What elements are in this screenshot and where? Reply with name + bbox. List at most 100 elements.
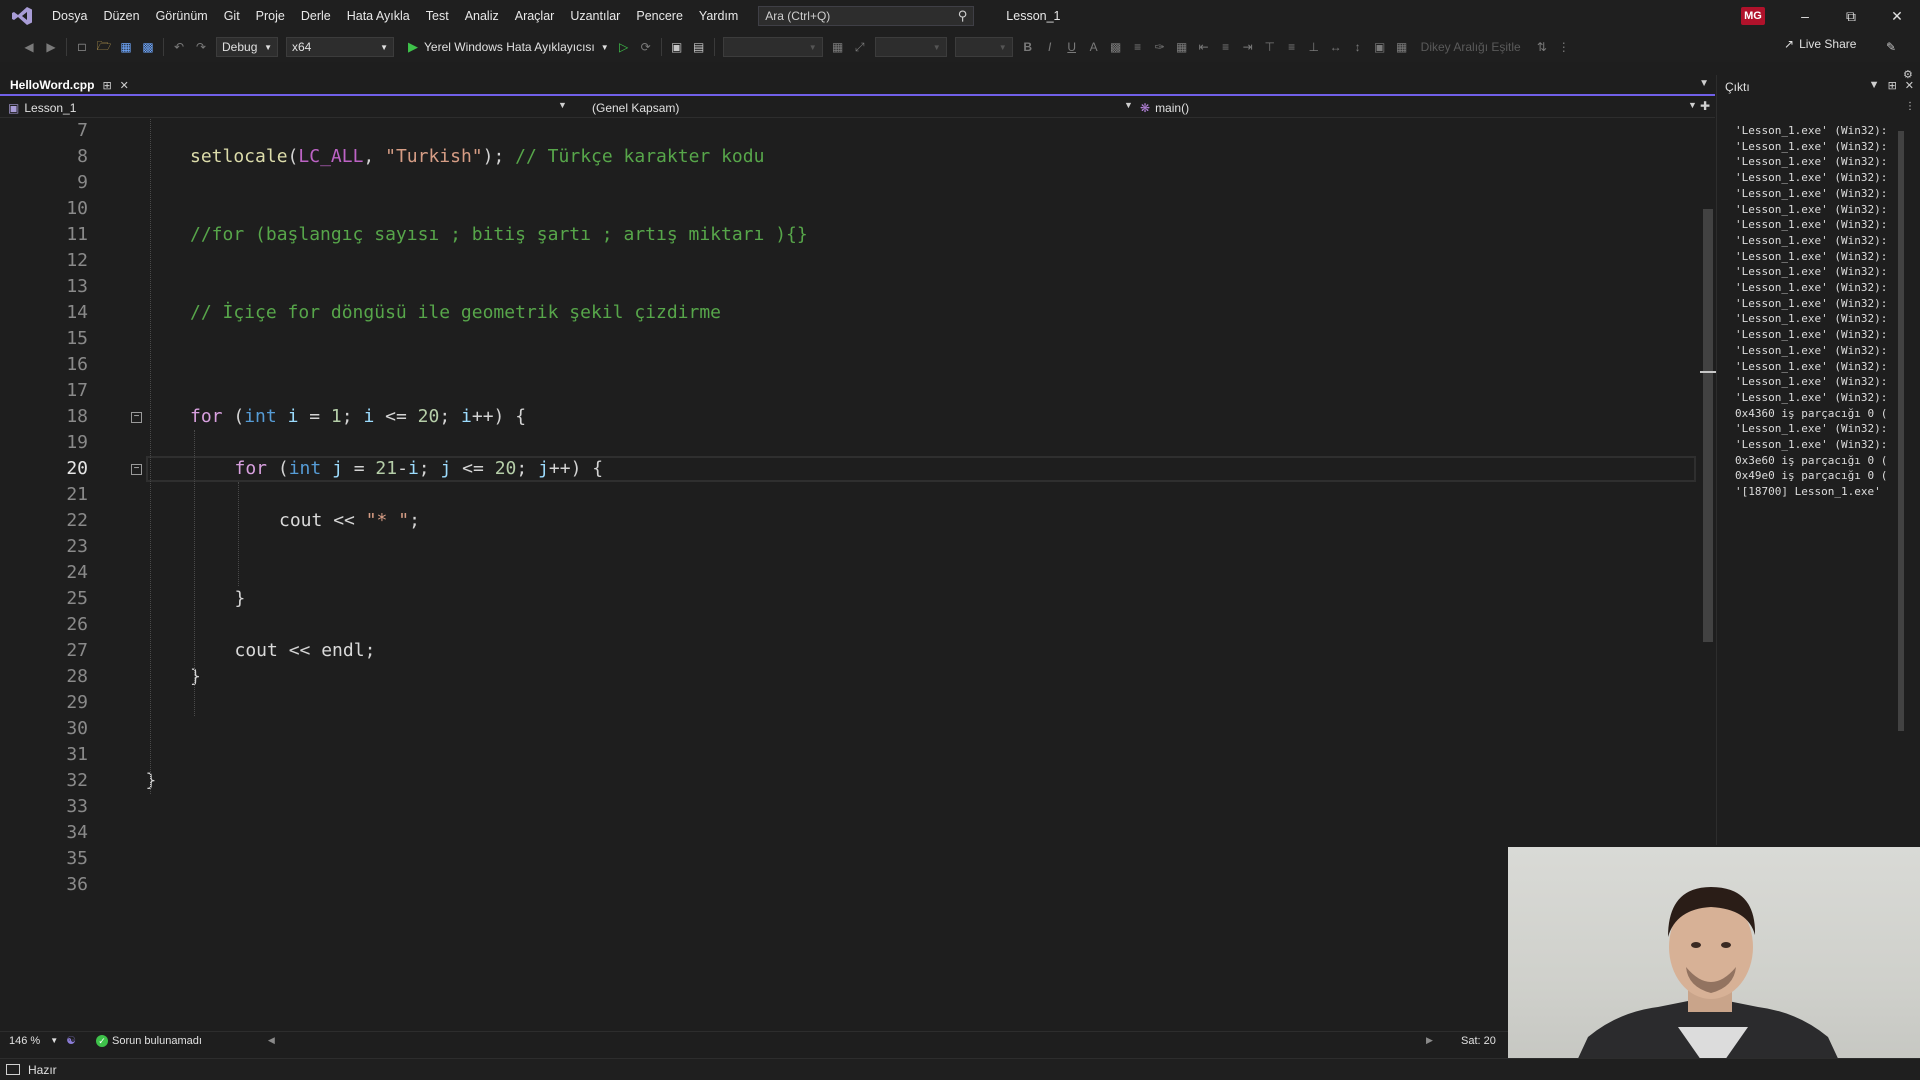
code-line[interactable]: 21	[0, 482, 1700, 508]
code-line[interactable]: 15	[0, 326, 1700, 352]
menu-item-6[interactable]: Hata Ayıkla	[339, 0, 418, 32]
restore-icon[interactable]: ⧉	[1828, 0, 1874, 32]
code-line[interactable]: 26	[0, 612, 1700, 638]
scrollbar-thumb[interactable]	[1703, 209, 1713, 642]
code-editor[interactable]: 7 8 setlocale(LC_ALL, "Turkish"); // Türkç…	[0, 119, 1700, 1031]
code-line[interactable]: 31	[0, 742, 1700, 768]
scope-dropdown[interactable]: (Genel Kapsam)	[592, 98, 1132, 118]
code-line[interactable]: 14 // İçiçe for döngüsü ile geometrik şek…	[0, 300, 1700, 326]
toolbar-overflow-icon[interactable]: ⋮	[1553, 36, 1575, 58]
code-line[interactable]: 17	[0, 378, 1700, 404]
menu-item-2[interactable]: Görünüm	[148, 0, 216, 32]
menu-item-11[interactable]: Pencere	[628, 0, 691, 32]
brush-icon[interactable]: ✑	[1149, 36, 1171, 58]
same-size-icon[interactable]: ▣	[1369, 36, 1391, 58]
menu-item-12[interactable]: Yardım	[691, 0, 746, 32]
split-window-icon[interactable]: ✚	[1700, 99, 1710, 113]
scrollbar-thumb[interactable]	[1898, 131, 1904, 731]
code-line[interactable]: 36	[0, 872, 1700, 898]
code-line[interactable]: 11 //for (başlangıç sayısı ; bitiş şartı …	[0, 222, 1700, 248]
code-line[interactable]: 34	[0, 820, 1700, 846]
forward-icon[interactable]: ▶	[40, 36, 62, 58]
equalize-vertical-spacing[interactable]: Dikey Aralığı Eşitle	[1421, 40, 1521, 54]
open-folder-icon[interactable]: 🗁	[93, 36, 115, 58]
snap-grid-icon[interactable]: ▦	[1391, 36, 1413, 58]
configuration-select[interactable]: Debug ▼	[216, 37, 278, 57]
minimize-icon[interactable]: –	[1782, 0, 1828, 32]
refresh-icon[interactable]: ⟳	[635, 36, 657, 58]
align-left-icon[interactable]: ⇤	[1193, 36, 1215, 58]
align-top-icon[interactable]: ⊤	[1259, 36, 1281, 58]
layout-icon[interactable]: ▤	[688, 36, 710, 58]
redo-icon[interactable]: ↷	[190, 36, 212, 58]
pin-icon[interactable]: ⊞	[102, 79, 111, 92]
line-indicator[interactable]: Sat: 20	[1461, 1035, 1496, 1047]
zoom-level[interactable]: 146 %	[9, 1035, 40, 1047]
intellicode-icon[interactable]: ☯	[66, 1034, 76, 1047]
grid-icon[interactable]: ▦	[1171, 36, 1193, 58]
scroll-left-icon[interactable]: ◀	[268, 1035, 275, 1046]
code-line[interactable]: 19	[0, 430, 1700, 456]
pin-icon[interactable]: ⊞	[1888, 79, 1897, 92]
code-line[interactable]: 30	[0, 716, 1700, 742]
live-share-button[interactable]: ↗ Live Share	[1784, 37, 1856, 51]
code-line[interactable]: 8 setlocale(LC_ALL, "Turkish"); // Türkçe…	[0, 144, 1700, 170]
menu-item-7[interactable]: Test	[418, 0, 457, 32]
align-center-icon[interactable]: ≡	[1215, 36, 1237, 58]
code-line[interactable]: 13	[0, 274, 1700, 300]
start-debugging-button[interactable]: ▶ Yerel Windows Hata Ayıklayıcısı ▼	[404, 39, 613, 55]
code-line[interactable]: 22 cout << "* ";	[0, 508, 1700, 534]
code-line[interactable]: 18 for (int i = 1; i <= 20; i++) {−	[0, 404, 1700, 430]
feedback-icon[interactable]: ✎	[1880, 36, 1902, 58]
code-line[interactable]: 10	[0, 196, 1700, 222]
code-line[interactable]: 23	[0, 534, 1700, 560]
same-width-icon[interactable]: ↔	[1325, 36, 1347, 58]
code-line[interactable]: 33	[0, 794, 1700, 820]
highlight-icon[interactable]: ▩	[1105, 36, 1127, 58]
find-select[interactable]: ▼	[722, 37, 823, 57]
code-line[interactable]: 7	[0, 119, 1700, 144]
underline-icon[interactable]: U	[1061, 36, 1083, 58]
code-line[interactable]: 20 for (int j = 21-i; j <= 20; j++) {−	[0, 455, 1700, 482]
align-middle-icon[interactable]: ≡	[1281, 36, 1303, 58]
menu-item-5[interactable]: Derle	[293, 0, 339, 32]
font-color-icon[interactable]: A	[1083, 36, 1105, 58]
visual-studio-logo-icon[interactable]	[0, 0, 44, 32]
save-icon[interactable]: ▦	[115, 36, 137, 58]
code-line[interactable]: 28}	[0, 664, 1700, 690]
code-line[interactable]: 29	[0, 690, 1700, 716]
code-line[interactable]: 27 cout << endl;	[0, 638, 1700, 664]
code-line[interactable]: 16	[0, 352, 1700, 378]
platform-select[interactable]: x64 ▼	[286, 37, 394, 57]
spacing-icon[interactable]: ⇅	[1531, 36, 1553, 58]
save-all-icon[interactable]: ▩	[137, 36, 159, 58]
font-size-select[interactable]: ▼	[954, 37, 1013, 57]
project-dropdown[interactable]: ▣ Lesson_1	[8, 98, 564, 118]
start-without-debugging-icon[interactable]: ▷	[613, 36, 635, 58]
expand-icon[interactable]: ⤢	[849, 36, 871, 58]
back-icon[interactable]: ◀	[18, 36, 40, 58]
search-box[interactable]: Ara (Ctrl+Q) ⚲	[758, 6, 975, 26]
output-scrollbar[interactable]	[1896, 123, 1906, 743]
menu-item-10[interactable]: Uzantılar	[562, 0, 628, 32]
menu-item-3[interactable]: Git	[216, 0, 248, 32]
font-name-select[interactable]: ▼	[874, 37, 947, 57]
chevron-down-icon[interactable]: ▼	[50, 1036, 58, 1045]
user-avatar[interactable]: MG	[1741, 7, 1765, 25]
bold-icon[interactable]: B	[1017, 36, 1039, 58]
close-window-icon[interactable]: ✕	[1874, 0, 1920, 32]
new-project-icon[interactable]: □	[71, 36, 93, 58]
close-tab-icon[interactable]: ✕	[120, 79, 129, 92]
format-icon[interactable]: ▦	[827, 36, 849, 58]
align-right-icon[interactable]: ⇥	[1237, 36, 1259, 58]
tab-overflow-icon[interactable]: ▼	[1699, 78, 1709, 89]
menu-item-4[interactable]: Proje	[248, 0, 293, 32]
code-line[interactable]: 24	[0, 560, 1700, 586]
issues-status[interactable]: Sorun bulunamadı	[112, 1035, 202, 1047]
code-line[interactable]: 35	[0, 846, 1700, 872]
align-icon[interactable]: ≡	[1127, 36, 1149, 58]
code-line[interactable]: 9	[0, 170, 1700, 196]
collapse-icon[interactable]: −	[131, 411, 142, 423]
align-bottom-icon[interactable]: ⊥	[1303, 36, 1325, 58]
member-dropdown[interactable]: ❋ main()	[1140, 98, 1686, 118]
